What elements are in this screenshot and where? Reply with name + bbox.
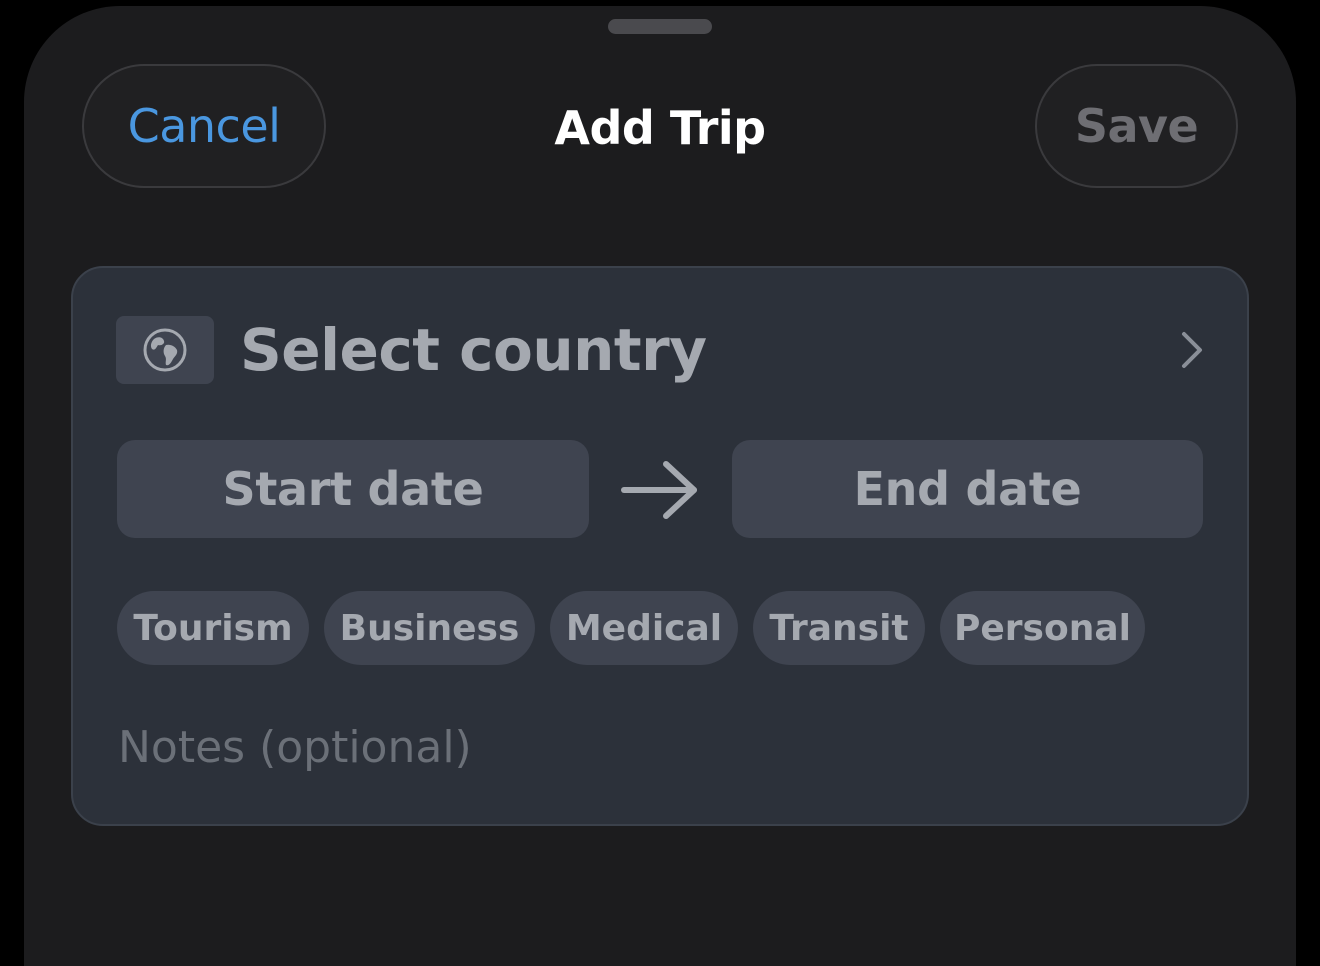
purpose-chip-transit[interactable]: Transit [753, 591, 925, 665]
start-date-button[interactable]: Start date [117, 440, 589, 538]
purpose-chip-medical[interactable]: Medical [550, 591, 738, 665]
end-date-button[interactable]: End date [732, 440, 1203, 538]
save-button[interactable]: Save [1035, 64, 1238, 188]
chevron-right-icon [1182, 332, 1202, 368]
select-country-label: Select country [240, 316, 707, 384]
notes-input[interactable]: Notes (optional) [118, 718, 472, 778]
select-country-row[interactable]: Select country [116, 314, 1206, 386]
purpose-chip-tourism[interactable]: Tourism [117, 591, 309, 665]
purpose-chip-personal[interactable]: Personal [940, 591, 1145, 665]
purpose-chip-business[interactable]: Business [324, 591, 535, 665]
arrow-right-icon [621, 461, 697, 519]
sheet-grabber[interactable] [608, 19, 712, 34]
sheet-title: Add Trip [554, 101, 766, 155]
globe-icon [116, 316, 214, 384]
cancel-button[interactable]: Cancel [82, 64, 326, 188]
